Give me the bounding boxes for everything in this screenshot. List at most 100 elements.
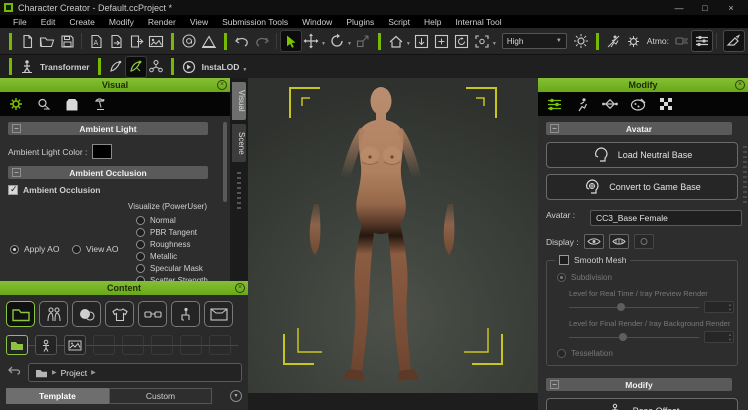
spotlight-tab-icon[interactable] xyxy=(34,94,54,114)
dock-drag-handle[interactable] xyxy=(237,172,241,212)
menu-edit[interactable]: Edit xyxy=(34,17,63,27)
ambient-occlusion-checkbox[interactable] xyxy=(8,185,18,195)
tessellation-radio[interactable] xyxy=(557,349,566,358)
camera-orbit-button[interactable] xyxy=(452,31,472,51)
collapse-icon[interactable]: − xyxy=(12,124,21,133)
light-settings-button[interactable] xyxy=(571,31,591,51)
ambient-occlusion-section-bar[interactable]: − Ambient Occlusion xyxy=(8,166,208,179)
skeleton-hierarchy-button[interactable] xyxy=(146,57,166,77)
modify-tab-texture-checker-icon[interactable] xyxy=(656,94,676,114)
angle-tool-button[interactable] xyxy=(199,31,219,51)
breadcrumb-project[interactable]: Project xyxy=(61,368,87,378)
menu-file[interactable]: File xyxy=(6,17,34,27)
select-tool-button[interactable] xyxy=(281,31,301,51)
export-button[interactable] xyxy=(106,31,126,51)
move-tool-caret[interactable]: ▼ xyxy=(321,41,326,47)
menu-view[interactable]: View xyxy=(183,17,215,27)
menu-render[interactable]: Render xyxy=(141,17,183,27)
breadcrumb-back-icon[interactable] xyxy=(6,364,22,382)
tab-template[interactable]: Template xyxy=(6,388,109,404)
subdivision-radio[interactable] xyxy=(557,273,566,282)
instalod-button[interactable]: InstaLOD xyxy=(202,62,240,72)
visualize-normal-radio[interactable] xyxy=(136,216,145,225)
collapse-icon[interactable]: − xyxy=(550,124,559,133)
convert-to-game-base-button[interactable]: Convert to Game Base xyxy=(546,174,738,200)
rotate-tool-button[interactable] xyxy=(327,31,347,51)
final-level-spinbox[interactable]: ▲▼ xyxy=(704,331,734,343)
collapse-icon[interactable]: − xyxy=(12,168,21,177)
scale-tool-button[interactable] xyxy=(353,31,373,51)
modify-panel-close-icon[interactable]: × xyxy=(735,80,745,90)
display-extra-icon[interactable] xyxy=(634,234,654,249)
home-camera-button[interactable] xyxy=(386,31,406,51)
content-category-actors-icon[interactable] xyxy=(39,301,68,327)
capture-image-button[interactable] xyxy=(146,31,166,51)
send-to-button[interactable] xyxy=(126,31,146,51)
atmosphere-gear-icon[interactable] xyxy=(624,31,644,51)
close-button[interactable]: × xyxy=(718,0,744,15)
modify-panel-scroll-dots[interactable] xyxy=(743,146,747,206)
ambient-light-section-bar[interactable]: − Ambient Light xyxy=(8,122,208,135)
modify-section-bar[interactable]: − Modify xyxy=(546,378,732,391)
visual-panel-header[interactable]: Visual × xyxy=(0,78,230,92)
lamp-tab-icon[interactable] xyxy=(90,94,110,114)
edit-mesh-button[interactable] xyxy=(106,57,126,77)
collapse-icon[interactable]: − xyxy=(550,380,559,389)
breadcrumb[interactable]: ▶ Project ▶ xyxy=(28,363,242,382)
instalod-caret[interactable]: ▼ xyxy=(242,67,247,73)
content-filter-avatar-icon[interactable] xyxy=(35,335,57,355)
content-category-accessory-icon[interactable] xyxy=(138,301,167,327)
modify-tab-material-icon[interactable] xyxy=(628,94,648,114)
modify-tab-bone-icon[interactable] xyxy=(600,94,620,114)
modify-tab-attributes-sliders-icon[interactable] xyxy=(544,94,564,114)
redo-button[interactable] xyxy=(252,31,272,51)
content-filter-image-icon[interactable] xyxy=(64,335,86,355)
edit-pose-button[interactable] xyxy=(126,57,146,77)
shadow-box-tab-icon[interactable] xyxy=(62,94,82,114)
preferences-button[interactable] xyxy=(692,31,712,51)
content-category-materials-icon[interactable] xyxy=(72,301,101,327)
save-project-button[interactable] xyxy=(57,31,77,51)
menu-modify[interactable]: Modify xyxy=(102,17,141,27)
camera-frame-caret[interactable]: ▼ xyxy=(492,41,497,47)
menu-internal-tool[interactable]: Internal Tool xyxy=(448,17,508,27)
display-teeth-icon[interactable] xyxy=(609,234,629,249)
display-eye-icon[interactable] xyxy=(584,234,604,249)
menu-window[interactable]: Window xyxy=(295,17,339,27)
menu-submission-tools[interactable]: Submission Tools xyxy=(215,17,295,27)
visualize-metallic-radio[interactable] xyxy=(136,252,145,261)
modify-panel-header[interactable]: Modify × xyxy=(538,78,748,92)
new-project-button[interactable] xyxy=(17,31,37,51)
apply-ao-radio[interactable] xyxy=(10,245,19,254)
import-button[interactable]: A xyxy=(86,31,106,51)
visual-panel-close-icon[interactable]: × xyxy=(217,80,227,90)
home-camera-caret[interactable]: ▼ xyxy=(406,41,411,47)
minimize-button[interactable]: — xyxy=(666,0,692,15)
visual-panel-scrollbar[interactable] xyxy=(223,122,227,202)
side-tab-scene[interactable]: Scene xyxy=(232,124,246,163)
view-ao-radio[interactable] xyxy=(72,245,81,254)
visualize-specular-mask-radio[interactable] xyxy=(136,264,145,273)
menu-script[interactable]: Script xyxy=(381,17,417,27)
final-level-slider[interactable] xyxy=(569,333,699,342)
visualize-roughness-radio[interactable] xyxy=(136,240,145,249)
modify-tab-animation-icon[interactable] xyxy=(572,94,592,114)
render-button[interactable] xyxy=(179,31,199,51)
avatar-name-input[interactable]: CC3_Base Female xyxy=(590,210,742,226)
content-category-stage-icon[interactable] xyxy=(204,301,233,327)
content-category-all-folder[interactable] xyxy=(6,301,35,327)
realtime-level-spinbox[interactable]: ▲▼ xyxy=(704,301,734,313)
pose-offset-button[interactable]: Pose Offset xyxy=(546,398,738,410)
load-neutral-base-button[interactable]: Load Neutral Base xyxy=(546,142,738,168)
wind-effect-icon[interactable] xyxy=(672,31,692,51)
content-category-props-icon[interactable] xyxy=(171,301,200,327)
undo-button[interactable] xyxy=(232,31,252,51)
camera-frame-button[interactable] xyxy=(472,31,492,51)
open-project-button[interactable] xyxy=(37,31,57,51)
transformer-button[interactable]: Transformer xyxy=(40,62,90,72)
realtime-level-slider[interactable] xyxy=(569,303,699,312)
tab-custom[interactable]: Custom xyxy=(109,388,212,404)
avatar-section-bar[interactable]: − Avatar xyxy=(546,122,732,135)
motion-disabled-button[interactable] xyxy=(604,31,624,51)
content-filter-folder-icon[interactable] xyxy=(6,335,28,355)
